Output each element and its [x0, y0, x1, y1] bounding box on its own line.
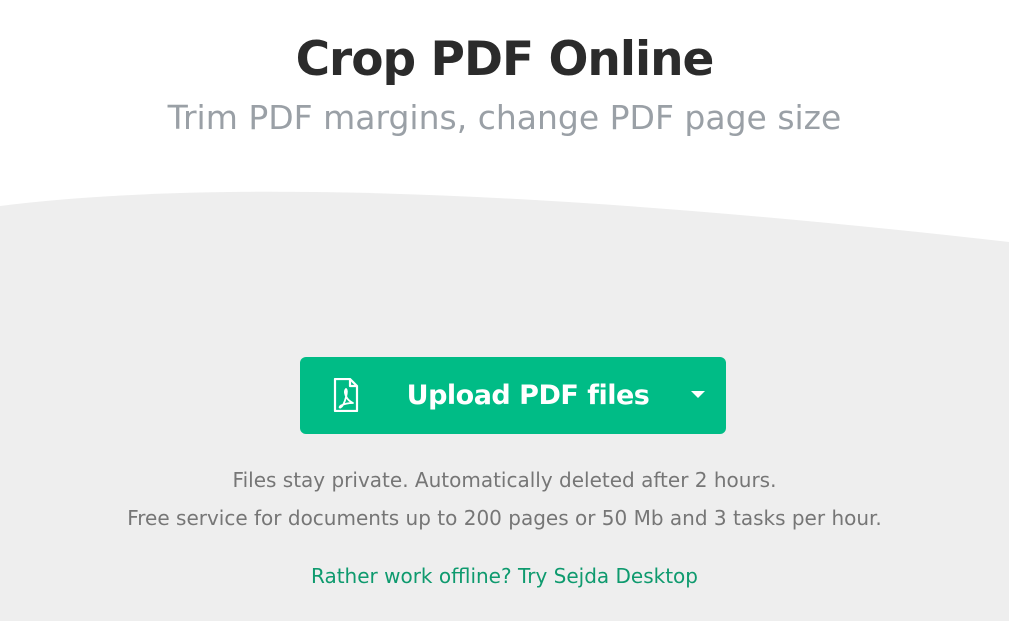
main-content: Crop PDF Online Trim PDF margins, change… — [0, 0, 1009, 621]
privacy-note: Files stay private. Automatically delete… — [232, 468, 777, 492]
upload-options-dropdown[interactable] — [678, 357, 726, 434]
desktop-link-container: Rather work offline? Try Sejda Desktop — [0, 562, 1009, 590]
try-sejda-desktop-link[interactable]: Rather work offline? Try Sejda Desktop — [311, 564, 698, 588]
upload-pdf-files-button[interactable]: Upload PDF files — [300, 357, 726, 434]
service-limits-note: Free service for documents up to 200 pag… — [127, 506, 882, 530]
pdf-file-icon — [333, 377, 359, 413]
caret-down-icon — [691, 391, 705, 398]
page-title: Crop PDF Online — [295, 32, 715, 87]
page-subtitle: Trim PDF margins, change PDF page size — [167, 98, 842, 137]
upload-button-label: Upload PDF files — [406, 380, 650, 411]
